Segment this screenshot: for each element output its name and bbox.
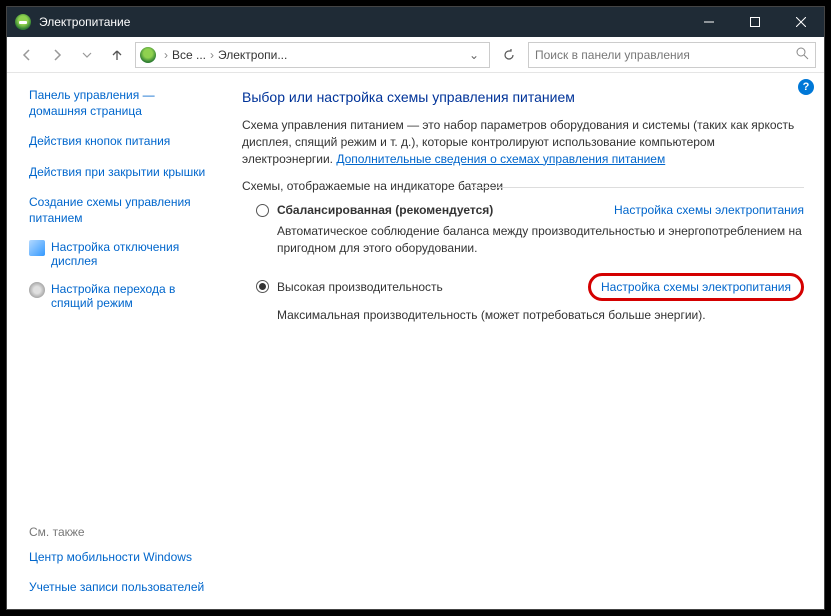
help-icon[interactable]: ? [798,79,814,95]
chevron-right-icon[interactable]: › [208,48,216,62]
refresh-button[interactable] [496,42,522,68]
plan-high-name: Высокая производительность [277,280,443,294]
recent-dropdown[interactable] [75,43,99,67]
sidebar-home-link[interactable]: Панель управления — домашняя страница [29,87,212,119]
see-also-mobility[interactable]: Центр мобильности Windows [29,549,212,565]
search-placeholder: Поиск в панели управления [535,48,690,62]
see-also-section: См. также Центр мобильности Windows Учет… [29,525,212,599]
plan-high-desc: Максимальная производительность (может п… [277,307,804,324]
app-icon [15,14,31,30]
plan-balanced-desc: Автоматическое соблюдение баланса между … [277,223,804,257]
breadcrumb-icon [140,47,156,63]
maximize-button[interactable] [732,7,778,37]
page-title: Выбор или настройка схемы управления пит… [242,89,804,105]
plan-high-settings-link[interactable]: Настройка схемы электропитания [601,280,791,294]
back-button[interactable] [15,43,39,67]
search-input[interactable]: Поиск в панели управления [528,42,816,68]
plan-high-performance: Высокая производительность Настройка схе… [256,273,804,324]
sidebar-link-sleep[interactable]: Настройка перехода в спящий режим [51,282,212,310]
breadcrumb-part[interactable]: Электропи... [218,48,287,62]
radio-high-performance[interactable] [256,280,269,293]
highlight-callout: Настройка схемы электропитания [588,273,804,301]
sidebar-link-create-plan[interactable]: Создание схемы управления питанием [29,194,212,226]
content-body: Панель управления — домашняя страница Де… [7,73,824,609]
sidebar-link-lid-close[interactable]: Действия при закрытии крышки [29,164,212,180]
search-icon [796,47,809,63]
sleep-icon [29,282,45,298]
sidebar-link-power-buttons[interactable]: Действия кнопок питания [29,133,212,149]
plan-balanced: Сбалансированная (рекомендуется) Настрой… [256,203,804,257]
window-title: Электропитание [39,15,130,29]
breadcrumb[interactable]: › Все ... › Электропи... ⌄ [135,42,490,68]
radio-balanced[interactable] [256,204,269,217]
sidebar: Панель управления — домашняя страница Де… [7,73,222,609]
up-button[interactable] [105,43,129,67]
close-button[interactable] [778,7,824,37]
plans-group-label: Схемы, отображаемые на индикаторе батаре… [242,179,804,193]
see-also-header: См. также [29,525,212,539]
display-off-icon [29,240,45,256]
plan-balanced-name: Сбалансированная (рекомендуется) [277,203,493,217]
sidebar-link-display-off[interactable]: Настройка отключения дисплея [51,240,212,268]
nav-toolbar: › Все ... › Электропи... ⌄ Поиск в панел… [7,37,824,73]
breadcrumb-part[interactable]: Все ... [172,48,206,62]
intro-text: Схема управления питанием — это набор па… [242,117,804,167]
titlebar: Электропитание [7,7,824,37]
breadcrumb-dropdown[interactable]: ⌄ [463,48,485,62]
see-also-accounts[interactable]: Учетные записи пользователей [29,579,212,595]
forward-button[interactable] [45,43,69,67]
main-content: ? Выбор или настройка схемы управления п… [222,73,824,609]
learn-more-link[interactable]: Дополнительные сведения о схемах управле… [336,152,665,166]
window-frame: Электропитание › Все ... › Электропи... … [6,6,825,610]
chevron-right-icon[interactable]: › [162,48,170,62]
minimize-button[interactable] [686,7,732,37]
plan-balanced-settings-link[interactable]: Настройка схемы электропитания [614,203,804,217]
